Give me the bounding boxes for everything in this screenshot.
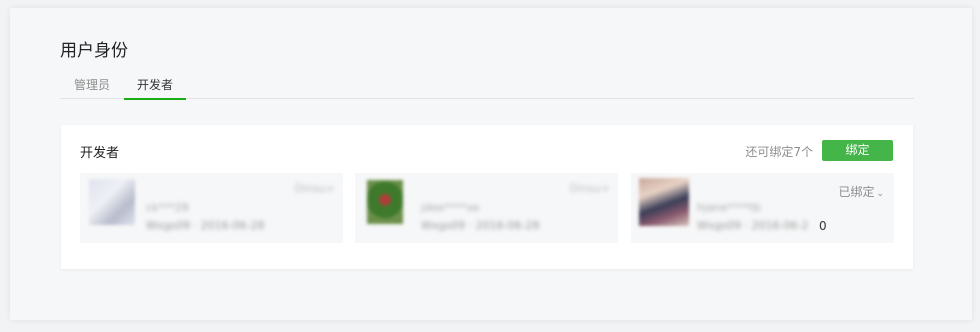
developer-meta: Wxgs09 · 2016-06-28 <box>146 219 265 232</box>
avatar <box>639 178 689 226</box>
bound-status-dropdown[interactable]: 已绑定 ⌄ <box>838 183 884 200</box>
developer-tag: Dinsu+ <box>569 182 610 195</box>
chevron-down-icon: ⌄ <box>876 189 884 199</box>
developer-meta: Wxgs09 · 2016-06-28 <box>421 219 540 232</box>
developer-tag: Dinsu+ <box>294 182 335 195</box>
developer-name: ck***28 <box>146 201 189 214</box>
tab-developer[interactable]: 开发者 <box>124 76 186 100</box>
developer-item[interactable]: ck***28 Wxgs09 · 2016-06-28 Dinsu+ <box>80 173 343 243</box>
developer-meta-trail: 0 <box>819 219 827 233</box>
card-title: 开发者 <box>80 146 120 161</box>
bind-button[interactable]: 绑定 <box>822 140 893 161</box>
remaining-count: 还可绑定7个 <box>745 145 813 159</box>
developer-item[interactable]: jdee****xe Wxgs09 · 2016-06-28 Dinsu+ <box>355 173 618 243</box>
content-panel: 用户身份 管理员 开发者 开发者 还可绑定7个 绑定 ck***28 Wxgs0… <box>10 8 972 320</box>
developer-name: jdee****xe <box>421 201 480 214</box>
developer-card: 开发者 还可绑定7个 绑定 ck***28 Wxgs09 · 2016-06-2… <box>61 125 913 269</box>
tab-admin[interactable]: 管理员 <box>72 76 112 99</box>
developer-meta: Wxgs09 · 2016-06-2 <box>697 219 809 232</box>
page-title: 用户身份 <box>60 41 128 61</box>
developer-item[interactable]: hjane****tb Wxgs09 · 2016-06-2 0 已绑定 ⌄ <box>631 173 894 243</box>
avatar <box>89 179 135 225</box>
avatar <box>367 180 403 224</box>
identity-tabs: 管理员 开发者 <box>60 72 914 100</box>
developer-name: hjane****tb <box>697 201 761 214</box>
bound-status-label: 已绑定 <box>838 185 875 199</box>
